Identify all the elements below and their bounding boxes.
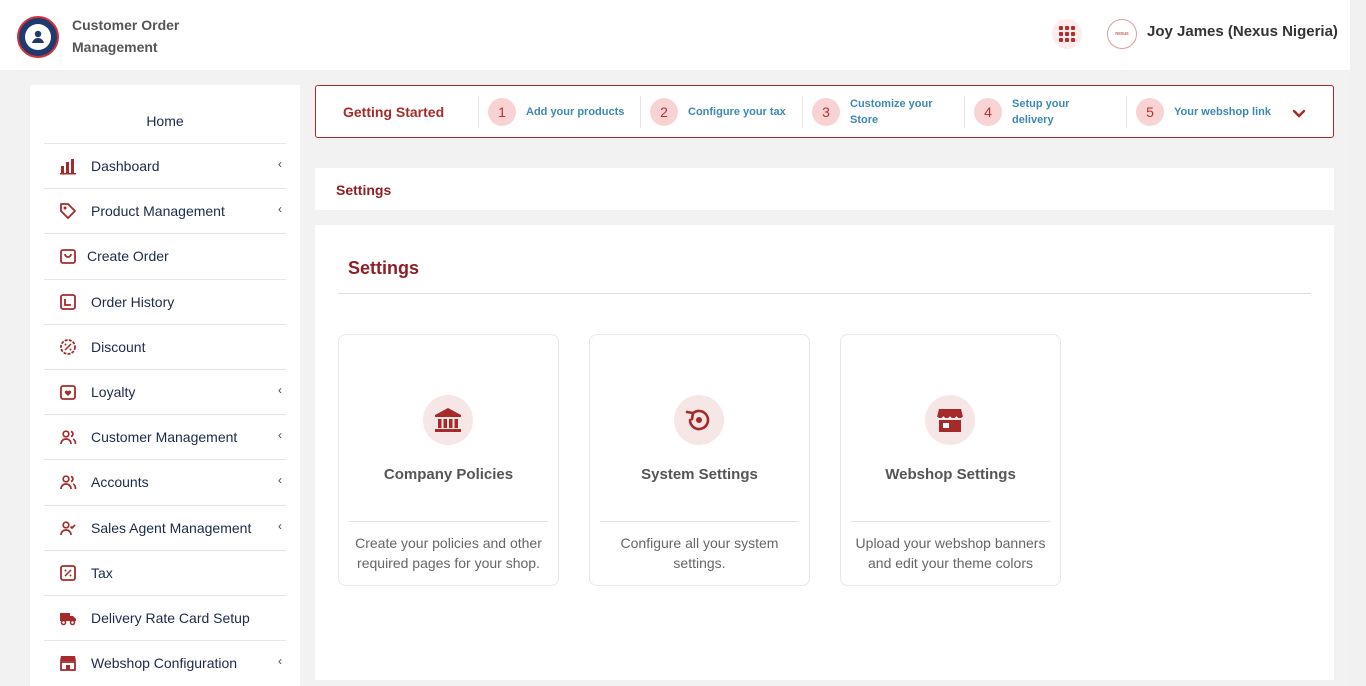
sidebar-item-discount[interactable]: Discount — [44, 323, 286, 369]
chevron-left-icon: ‹ — [278, 202, 282, 217]
sidebar-item-dashboard[interactable]: Dashboard ‹ — [44, 143, 286, 188]
tag-icon — [58, 201, 78, 221]
step-customize-store[interactable]: 3 Customize your Store — [802, 96, 964, 128]
sidebar-item-product-management[interactable]: Product Management ‹ — [44, 188, 286, 233]
truck-icon — [58, 608, 78, 628]
step-number: 5 — [1136, 98, 1164, 126]
loyalty-bag-icon — [58, 382, 78, 402]
bar-chart-icon — [58, 156, 78, 176]
users-icon — [58, 427, 78, 447]
sidebar-item-webshop-configuration[interactable]: Webshop Configuration ‹ — [44, 640, 286, 685]
card-system-settings[interactable]: System Settings Configure all your syste… — [589, 334, 810, 586]
top-header: Customer Order Management nexus Joy Jame… — [0, 0, 1350, 70]
sidebar: Home Dashboard ‹ Product Management ‹ Cr… — [30, 85, 300, 686]
step-label: Add your products — [526, 106, 625, 118]
step-setup-delivery[interactable]: 4 Setup your delivery — [964, 96, 1126, 128]
user-name[interactable]: Joy James (Nexus Nigeria) — [1147, 23, 1338, 40]
accounts-icon — [58, 472, 78, 492]
sidebar-nav: Dashboard ‹ Product Management ‹ Create … — [44, 143, 286, 685]
sidebar-item-label: Create Order — [87, 248, 169, 265]
step-add-products[interactable]: 1 Add your products — [478, 96, 640, 128]
getting-started-toggle[interactable] — [1288, 103, 1310, 125]
sidebar-item-label: Customer Management — [91, 429, 238, 446]
divider — [338, 293, 1311, 294]
sidebar-item-accounts[interactable]: Accounts ‹ — [44, 459, 286, 504]
sidebar-item-label: Webshop Configuration — [91, 655, 238, 672]
chevron-left-icon: ‹ — [278, 428, 282, 443]
sidebar-item-loyalty[interactable]: Loyalty ‹ — [44, 368, 286, 414]
step-number: 3 — [812, 98, 840, 126]
user-check-icon — [58, 518, 78, 538]
card-description: Upload your webshop banners and edit you… — [855, 535, 1046, 571]
app-logo[interactable] — [17, 16, 59, 58]
history-icon — [58, 292, 78, 312]
avatar[interactable]: nexus — [1107, 19, 1137, 49]
chevron-down-icon — [1292, 109, 1306, 118]
sidebar-item-customer-management[interactable]: Customer Management ‹ — [44, 414, 286, 459]
chevron-left-icon: ‹ — [278, 157, 282, 171]
storefront-icon — [925, 395, 975, 445]
step-label: Configure your tax — [688, 106, 786, 118]
apps-grid-icon — [1059, 26, 1075, 42]
percent-square-icon — [58, 563, 78, 583]
sidebar-item-sales-agent-management[interactable]: Sales Agent Management ‹ — [44, 504, 286, 550]
card-title: System Settings — [641, 466, 758, 483]
getting-started-bar: Getting Started 1 Add your products 2 Co… — [315, 85, 1334, 138]
settings-restore-icon — [674, 395, 724, 445]
sidebar-item-label: Sales Agent Management — [91, 519, 252, 536]
sidebar-item-label: Tax — [91, 564, 113, 581]
sidebar-item-home[interactable]: Home — [30, 113, 300, 129]
chevron-left-icon: ‹ — [278, 473, 282, 488]
sidebar-item-label: Loyalty — [91, 384, 136, 401]
step-label: Your webshop link — [1174, 106, 1271, 118]
page-scrollbar[interactable] — [1350, 0, 1366, 686]
step-number: 4 — [974, 98, 1002, 126]
divider — [349, 521, 548, 522]
sidebar-item-label: Order History — [91, 293, 175, 310]
chevron-left-icon: ‹ — [278, 382, 282, 397]
divider — [600, 521, 799, 522]
chevron-left-icon: ‹ — [278, 654, 282, 669]
step-webshop-link[interactable]: 5 Your webshop link — [1126, 96, 1286, 128]
sidebar-item-label: Accounts — [91, 474, 149, 491]
card-description: Configure all your system settings. — [620, 535, 779, 571]
sidebar-item-order-history[interactable]: Order History — [44, 278, 286, 324]
card-title: Company Policies — [383, 466, 514, 483]
step-number: 1 — [488, 98, 516, 126]
breadcrumb: Settings — [315, 168, 1334, 210]
step-label: Customize your Store — [850, 98, 933, 126]
step-configure-tax[interactable]: 2 Configure your tax — [640, 96, 802, 128]
apps-grid-button[interactable] — [1052, 19, 1082, 49]
breadcrumb-current: Settings — [336, 182, 392, 198]
sidebar-item-label: Discount — [91, 338, 146, 355]
step-label: Setup your delivery — [1012, 98, 1070, 126]
bank-icon — [423, 395, 473, 445]
card-company-policies[interactable]: Company Policies Create your policies an… — [338, 334, 559, 586]
sidebar-item-label: Product Management — [91, 203, 225, 220]
shopping-bag-icon — [58, 246, 78, 266]
store-icon — [58, 653, 78, 673]
page-title: Settings — [348, 258, 420, 278]
settings-panel: Settings Company Policies Create your po… — [315, 225, 1334, 680]
app-title: Customer Order Management — [72, 17, 180, 55]
chevron-left-icon: ‹ — [278, 518, 282, 533]
sidebar-item-label: Dashboard — [91, 158, 160, 175]
divider — [851, 521, 1050, 522]
step-number: 2 — [650, 98, 678, 126]
card-webshop-settings[interactable]: Webshop Settings Upload your webshop ban… — [840, 334, 1061, 586]
sidebar-item-tax[interactable]: Tax — [44, 549, 286, 595]
discount-badge-icon — [58, 337, 78, 357]
card-description: Create your policies and other required … — [355, 535, 542, 571]
sidebar-item-create-order[interactable]: Create Order — [44, 233, 286, 278]
user-circle-icon — [25, 24, 51, 50]
sidebar-item-delivery-rate-card-setup[interactable]: Delivery Rate Card Setup — [44, 594, 286, 640]
sidebar-item-label: Delivery Rate Card Setup — [91, 609, 250, 626]
card-title: Webshop Settings — [885, 466, 1016, 483]
getting-started-title: Getting Started — [343, 104, 445, 120]
